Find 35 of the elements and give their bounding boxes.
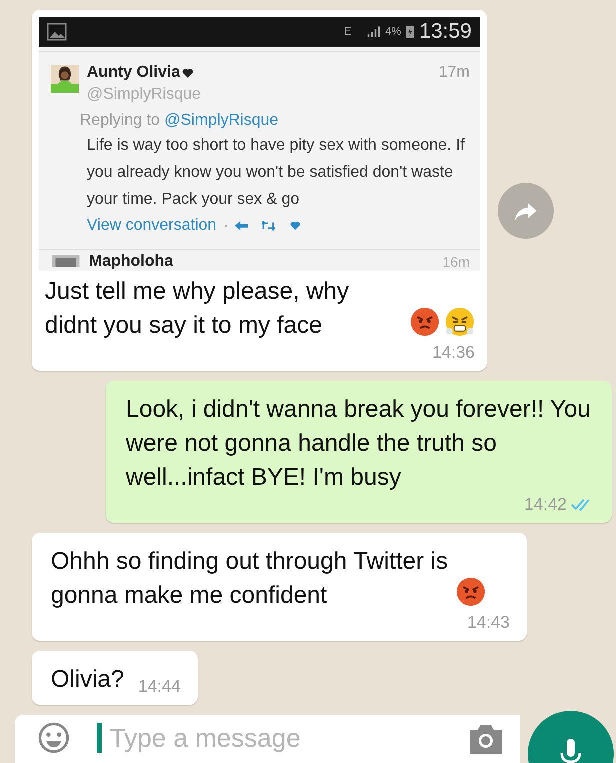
tweet-author: Aunty Olivia [87,64,180,82]
reply-handle-link[interactable]: @SimplyRisque [164,112,279,129]
tweet-text: Life is way too short to have pity sex with someone. If you already know you won't be satisfied don't waste your time. Pack your sex & go [87,136,466,210]
status-time: 13:59 [419,20,472,44]
view-conversation-link[interactable]: View conversation [87,217,217,235]
image-icon [47,23,67,41]
tweet-handle: @SimplyRisque [87,86,202,104]
angry-face-icon [410,307,440,337]
message-field[interactable]: Type a message [108,722,460,754]
message-text: Look, i didn't wanna break you forever!! You were not gonna handle the truth so well...infact BYE! I'm busy [126,395,592,493]
emoji-icon[interactable] [37,721,71,755]
replying-label: Replying to [80,112,160,129]
tweet-time: 16m [442,255,470,269]
message-text: Ohhh so finding out through Twitter is gonna make me confident [51,547,450,611]
retweet-icon[interactable] [262,221,275,231]
text-cursor [97,723,102,753]
heart-icon [182,68,194,78]
message-time: 14:44 [138,677,181,697]
tweet-time: 17m [438,64,470,82]
reply-icon[interactable] [234,221,248,231]
message-time: 14:43 [467,613,510,633]
angry-face-icon [456,577,486,607]
network-type: E [344,26,352,38]
message-input[interactable]: Type a message [15,715,520,763]
microphone-icon [559,739,583,763]
heart-icon[interactable] [288,221,302,231]
battery-percent: 4% [386,26,402,38]
message-time: 14:36 [432,343,475,363]
message-time: 14:42 [524,495,567,515]
battery-charging-icon [406,25,414,39]
message-text: Olivia? [51,665,124,695]
huffing-face-icon [445,307,475,337]
message-text: Just tell me why please, why didnt you say it to my face [45,277,350,341]
tweet-author: Mapholoha [89,255,174,269]
signal-icon [366,25,381,39]
